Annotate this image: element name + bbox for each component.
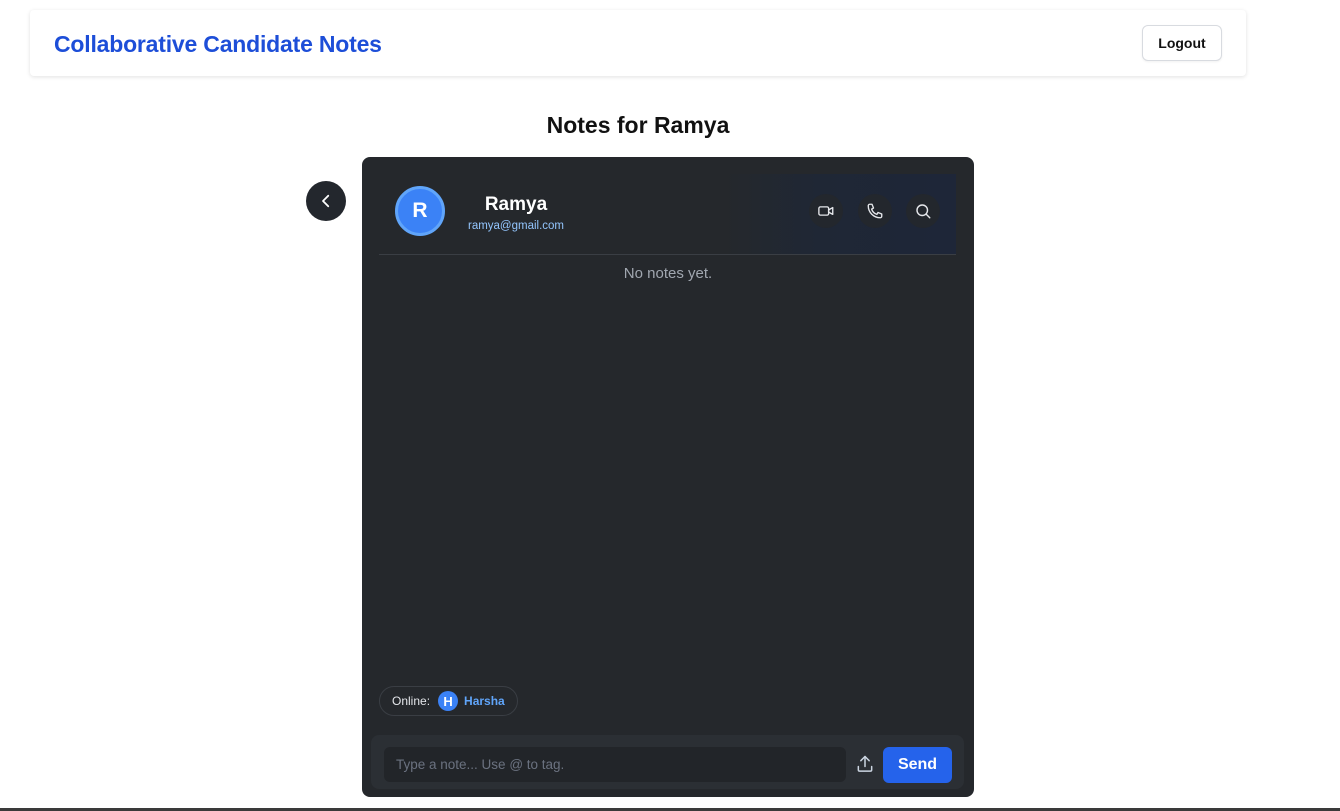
voice-call-button[interactable] <box>858 194 892 228</box>
online-user-name: Harsha <box>464 694 505 708</box>
candidate-avatar: R <box>395 186 445 236</box>
notes-chat-panel: R Ramya ramya@gmail.com No notes yet. On… <box>362 157 974 797</box>
candidate-info: Ramya ramya@gmail.com <box>459 194 573 234</box>
online-users-pill: Online: H Harsha <box>379 686 518 716</box>
empty-notes-message: No notes yet. <box>623 265 713 282</box>
online-user-avatar: H <box>438 691 459 711</box>
video-icon <box>818 206 834 216</box>
search-icon <box>916 204 931 219</box>
upload-button[interactable] <box>853 752 877 776</box>
candidate-email: ramya@gmail.com <box>467 220 565 232</box>
chat-header: R Ramya ramya@gmail.com <box>379 174 956 255</box>
candidate-name: Ramya <box>484 194 548 215</box>
logout-button[interactable]: Logout <box>1142 25 1222 61</box>
app-brand-title[interactable]: Collaborative Candidate Notes <box>54 31 382 58</box>
video-call-button[interactable] <box>809 194 843 228</box>
search-notes-button[interactable] <box>906 194 940 228</box>
phone-icon <box>867 203 883 219</box>
note-input[interactable] <box>384 747 846 782</box>
page-title: Notes for Ramya <box>546 112 730 138</box>
chevron-left-icon <box>322 194 330 208</box>
note-composer: Send <box>371 735 964 789</box>
back-button[interactable] <box>306 181 346 221</box>
send-button[interactable]: Send <box>883 747 952 783</box>
online-label: Online: <box>392 694 431 708</box>
upload-icon <box>857 755 873 772</box>
top-navbar: Collaborative Candidate Notes Logout <box>30 10 1246 76</box>
